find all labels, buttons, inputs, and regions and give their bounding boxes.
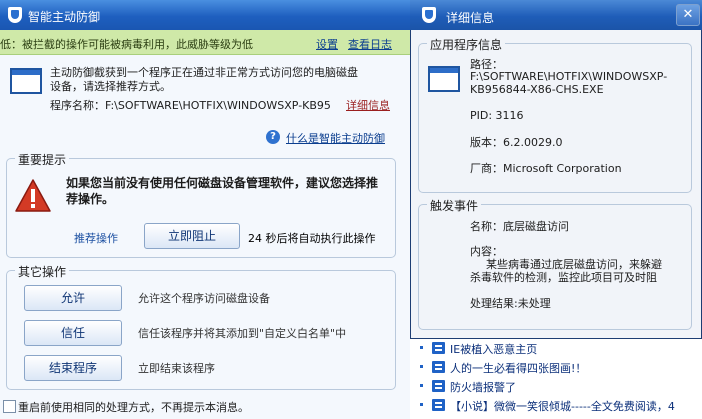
bullet-icon: [420, 403, 423, 406]
settings-link[interactable]: 设置: [316, 36, 338, 52]
allow-button[interactable]: 允许: [24, 285, 122, 311]
news-item-text[interactable]: 【小说】微微一笑很倾城-----全文免费阅读，4: [450, 398, 675, 414]
shield-icon: [8, 7, 22, 23]
path-line-2: KB956844-X86-CHS.EXE: [470, 83, 604, 96]
news-item[interactable]: 人的一生必看得四张图画!！: [410, 358, 702, 376]
path-line-1: F:\SOFTWARE\HOTFIX\WINDOWSXP-: [470, 70, 668, 83]
news-item[interactable]: 【小说】微微一笑很倾城-----全文免费阅读，4: [410, 396, 702, 414]
left-dialog-title: 智能主动防御: [28, 10, 101, 24]
left-title-bar[interactable]: 智能主动防御: [0, 0, 410, 30]
recommend-label: 推荐操作: [74, 232, 118, 245]
block-now-button[interactable]: 立即阻止: [144, 223, 240, 249]
details-title-bar[interactable]: 详细信息: [410, 0, 702, 30]
threat-level-bar: 低：被拦截的操作可能被病毒利用，此威胁等级为低 设置 查看日志: [0, 30, 410, 55]
news-icon: [432, 361, 445, 373]
vendor-text: 厂商：Microsoft Corporation: [470, 162, 622, 175]
bullet-icon: [420, 384, 423, 387]
what-is-active-defense-link[interactable]: 什么是智能主动防御: [286, 130, 385, 146]
news-item[interactable]: 防火墙报警了: [410, 377, 702, 395]
bullet-icon: [420, 365, 423, 368]
application-icon: [428, 66, 460, 92]
program-name: 程序名称：F:\SOFTWARE\HOTFIX\WINDOWSXP-KB95: [50, 99, 331, 112]
bullet-icon: [420, 346, 423, 349]
news-item-text[interactable]: 人的一生必看得四张图画!！: [450, 360, 586, 376]
version-text: 版本：6.2.0029.0: [470, 136, 563, 149]
remember-choice-label: 重启前使用相同的处理方式，不再提示本消息。: [18, 401, 249, 414]
help-icon[interactable]: ?: [266, 130, 280, 144]
other-actions-title: 其它操作: [15, 263, 70, 280]
warning-icon: [15, 179, 51, 212]
details-dialog-title: 详细信息: [446, 11, 495, 25]
end-program-button[interactable]: 结束程序: [24, 355, 122, 381]
shield-icon: [422, 7, 436, 23]
trust-description: 信任该程序并将其添加到"自定义白名单"中: [138, 327, 347, 340]
news-item-text[interactable]: 防火墙报警了: [450, 379, 516, 395]
intercept-message: 主动防御截获到一个程序正在通过非正常方式访问您的电脑磁盘设备，请选择推荐方式。: [50, 66, 358, 93]
trigger-event-title: 触发事件: [427, 197, 482, 214]
news-item[interactable]: IE被植入恶意主页: [410, 339, 702, 357]
important-notice-title: 重要提示: [15, 151, 70, 168]
news-icon: [432, 399, 445, 411]
event-result: 处理结果:未处理: [470, 297, 551, 310]
threat-level-text: 低：被拦截的操作可能被病毒利用，此威胁等级为低: [0, 38, 253, 51]
allow-description: 允许这个程序访问磁盘设备: [138, 292, 270, 305]
details-link[interactable]: 详细信息: [346, 97, 390, 113]
trust-button[interactable]: 信任: [24, 320, 122, 346]
application-icon: [10, 68, 42, 94]
news-icon: [432, 380, 445, 392]
close-button[interactable]: ✕: [676, 4, 700, 26]
event-content-line-2: 杀毒软件的检测，监控此项目可及时阻: [470, 271, 657, 284]
remember-choice-checkbox[interactable]: [3, 400, 16, 413]
news-item-text[interactable]: IE被植入恶意主页: [450, 341, 537, 357]
countdown-text: 24 秒后将自动执行此操作: [248, 232, 376, 245]
warning-message: 如果您当前没有使用任何磁盘设备管理软件，建议您选择推荐操作。: [66, 176, 379, 206]
end-program-description: 立即结束该程序: [138, 362, 215, 375]
news-list: IE被植入恶意主页 人的一生必看得四张图画!！ 防火墙报警了 【小说】微微一笑很…: [410, 339, 702, 419]
news-icon: [432, 342, 445, 354]
app-info-title: 应用程序信息: [427, 36, 506, 53]
pid-text: PID: 3116: [470, 109, 524, 122]
event-name: 名称：底层磁盘访问: [470, 220, 569, 233]
view-log-link[interactable]: 查看日志: [348, 36, 392, 52]
